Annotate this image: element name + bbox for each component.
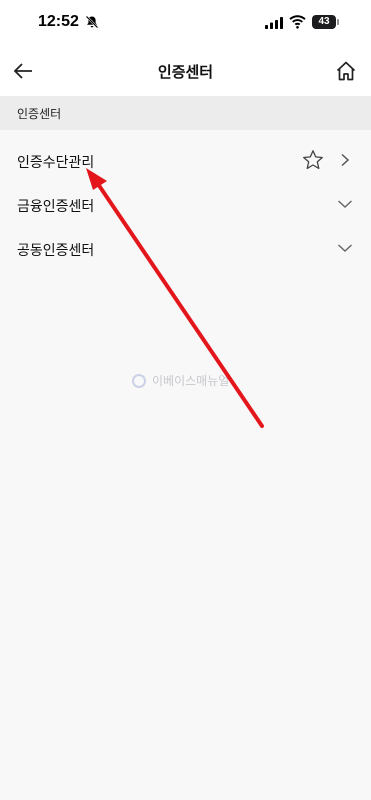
- watermark-text: 이베이스매뉴얼: [152, 374, 230, 388]
- chevron-down-icon: [338, 244, 352, 252]
- signal-icon: [265, 17, 283, 29]
- menu-item-label: 인증수단관리: [17, 155, 95, 171]
- menu-item-label: 금융인증센터: [17, 199, 95, 215]
- battery-icon: 43: [312, 15, 336, 29]
- wifi-icon: [289, 15, 306, 29]
- watermark: 이베이스매뉴얼: [132, 372, 229, 389]
- section-header: 인증센터: [0, 96, 371, 130]
- star-icon[interactable]: [302, 149, 324, 171]
- chevron-right-icon: [341, 153, 350, 167]
- section-header-label: 인증센터: [17, 107, 62, 121]
- bottom-safe-area: [0, 766, 371, 800]
- home-button[interactable]: [331, 56, 361, 86]
- status-bar: 12:52 43: [0, 0, 371, 46]
- menu-item-label: 공동인증센터: [17, 243, 95, 259]
- home-icon: [336, 61, 356, 81]
- menu-item-joint-cert[interactable]: 공동인증센터: [0, 228, 371, 272]
- menu-item-financial-cert[interactable]: 금융인증센터: [0, 184, 371, 228]
- page-title: 인증센터: [157, 63, 214, 81]
- chevron-down-icon: [338, 200, 352, 208]
- menu-list: 인증수단관리 금융인증센터 공동인증센터: [0, 140, 371, 272]
- bell-slash-icon: [85, 15, 99, 29]
- battery-tip: [337, 19, 339, 25]
- menu-item-auth-method[interactable]: 인증수단관리: [0, 140, 371, 184]
- watermark-logo-icon: [132, 373, 146, 388]
- nav-bar: 인증센터: [0, 46, 371, 96]
- status-time: 12:52: [38, 13, 79, 30]
